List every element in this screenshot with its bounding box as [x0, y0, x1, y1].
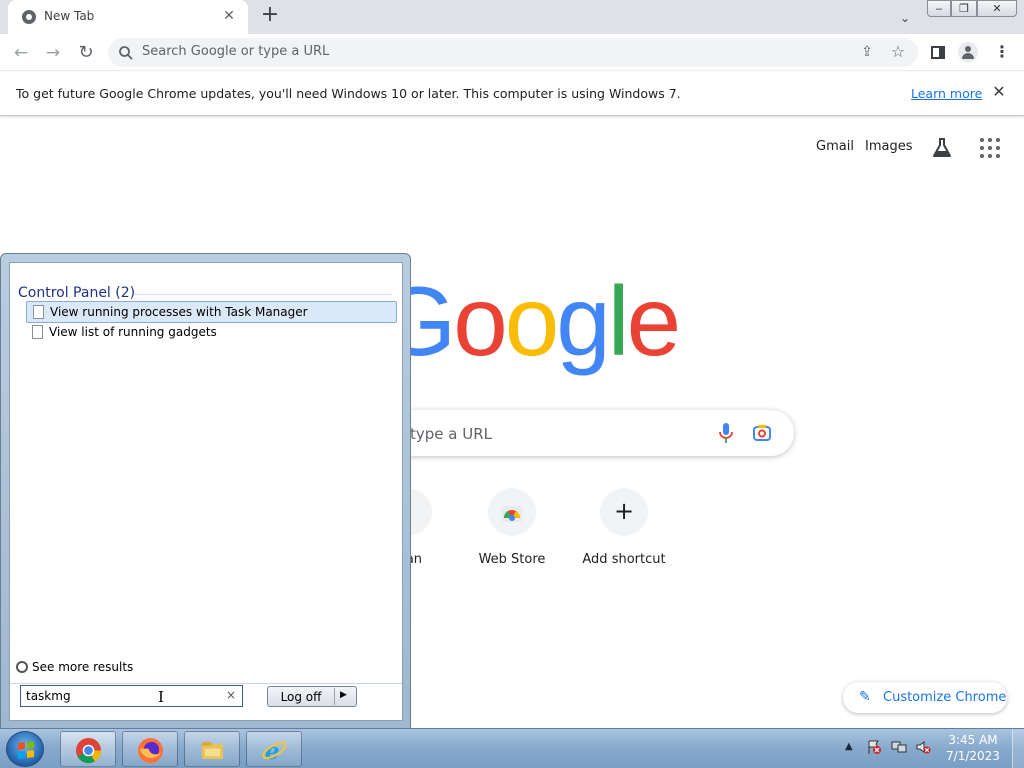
window-minimize-button[interactable]: ‒ [927, 0, 951, 17]
file-explorer-icon [201, 741, 224, 760]
log-off-button[interactable]: Log off ▶ [267, 686, 357, 707]
chrome-icon [22, 10, 36, 24]
section-divider [134, 294, 392, 295]
action-center-flag-icon[interactable] [866, 739, 882, 755]
back-arrow-icon[interactable]: ← [8, 40, 34, 66]
clock-time: 3:45 AM [948, 733, 998, 747]
customize-chrome-button[interactable]: ✎ Customize Chrome [843, 682, 1007, 713]
browser-toolbar: ← → ↻ Search Google or type a URL ⇪ ☆ ⋮ [0, 34, 1024, 71]
pencil-icon: ✎ [859, 689, 871, 705]
show-hidden-icons-arrow-icon[interactable]: ▲ [845, 741, 853, 752]
start-menu-divider [10, 683, 402, 684]
new-tab-button[interactable]: + [258, 4, 282, 28]
log-off-label: Log off [280, 690, 322, 704]
google-lens-camera-icon[interactable] [752, 423, 772, 443]
add-shortcut-button[interactable]: + Add shortcut [568, 488, 680, 567]
kebab-menu-icon[interactable]: ⋮ [992, 42, 1012, 62]
document-icon [32, 325, 43, 339]
chrome-web-store-icon [502, 506, 522, 522]
tab-close-icon[interactable]: ✕ [220, 7, 238, 25]
learn-more-link[interactable]: Learn more [911, 86, 982, 101]
profile-avatar-icon[interactable] [958, 42, 978, 62]
window-restore-button[interactable]: ❐ [951, 0, 977, 17]
result-task-manager[interactable]: View running processes with Task Manager [26, 301, 397, 323]
windows-logo-icon [18, 741, 34, 759]
clock-date: 7/1/2023 [946, 749, 1000, 763]
start-button[interactable] [6, 731, 44, 767]
taskbar-file-explorer[interactable] [184, 731, 240, 767]
see-more-label: See more results [32, 660, 134, 674]
shortcut-web-store[interactable]: Web Store [456, 488, 568, 567]
see-more-results-link[interactable]: See more results [16, 660, 133, 674]
document-icon [33, 305, 44, 319]
ntp-search-placeholder: type a URL [410, 425, 492, 443]
shortcut-label: Add shortcut [582, 552, 666, 567]
result-label: View running processes with Task Manager [50, 305, 308, 319]
plus-icon: + [613, 497, 635, 525]
tab-search-chevron-icon[interactable]: ⌄ [895, 8, 915, 28]
reload-icon[interactable]: ↻ [73, 40, 99, 66]
infobar-message: To get future Google Chrome updates, you… [16, 86, 681, 101]
results-section-title: Control Panel (2) [18, 285, 136, 301]
address-bar-placeholder: Search Google or type a URL [142, 44, 330, 59]
start-menu-results-pane: Control Panel (2) View running processes… [9, 262, 403, 721]
update-infobar: To get future Google Chrome updates, you… [0, 72, 1024, 116]
firefox-icon [137, 737, 164, 764]
tab-new-tab[interactable]: New Tab ✕ [8, 0, 248, 34]
taskbar-chrome[interactable] [60, 731, 116, 767]
result-running-gadgets[interactable]: View list of running gadgets [26, 322, 397, 344]
start-search-input[interactable]: taskmg × [20, 685, 243, 707]
google-logo: Google [380, 266, 681, 376]
voice-search-mic-icon[interactable] [718, 422, 734, 444]
volume-muted-icon[interactable] [915, 739, 931, 755]
window-close-button[interactable]: ✕ [977, 0, 1017, 17]
taskbar-internet-explorer[interactable]: e [246, 731, 302, 767]
start-search-value: taskmg [26, 689, 71, 703]
gmail-link[interactable]: Gmail [816, 139, 854, 154]
tab-strip: New Tab ✕ + ⌄ ‒ ❐ ✕ [0, 0, 1024, 34]
share-icon[interactable]: ⇪ [858, 43, 876, 61]
images-link[interactable]: Images [865, 139, 913, 154]
clear-search-icon[interactable]: × [226, 688, 236, 702]
shortcut-label: Web Store [478, 552, 546, 567]
magnifier-icon [16, 661, 28, 673]
chrome-icon [75, 737, 102, 764]
start-menu: Control Panel (2) View running processes… [0, 253, 411, 729]
labs-flask-icon[interactable] [930, 136, 954, 160]
text-cursor-icon: I [158, 688, 164, 706]
customize-chrome-label: Customize Chrome [883, 690, 1007, 705]
address-bar[interactable]: Search Google or type a URL ⇪ ☆ [108, 38, 918, 67]
taskbar-clock[interactable]: 3:45 AM 7/1/2023 [940, 732, 1006, 764]
show-desktop-button[interactable] [1012, 729, 1024, 768]
side-panel-icon[interactable] [928, 42, 948, 62]
google-apps-icon[interactable] [980, 138, 1000, 158]
infobar-close-icon[interactable]: ✕ [989, 82, 1009, 102]
tab-title: New Tab [44, 9, 95, 23]
taskbar-firefox[interactable] [122, 731, 178, 767]
network-icon[interactable] [891, 739, 907, 755]
shutdown-options-arrow-icon[interactable]: ▶ [340, 690, 347, 700]
bookmark-star-icon[interactable]: ☆ [888, 42, 908, 62]
forward-arrow-icon[interactable]: → [40, 40, 66, 66]
result-label: View list of running gadgets [49, 325, 217, 339]
search-icon [119, 46, 133, 60]
internet-explorer-icon: e [262, 738, 287, 764]
